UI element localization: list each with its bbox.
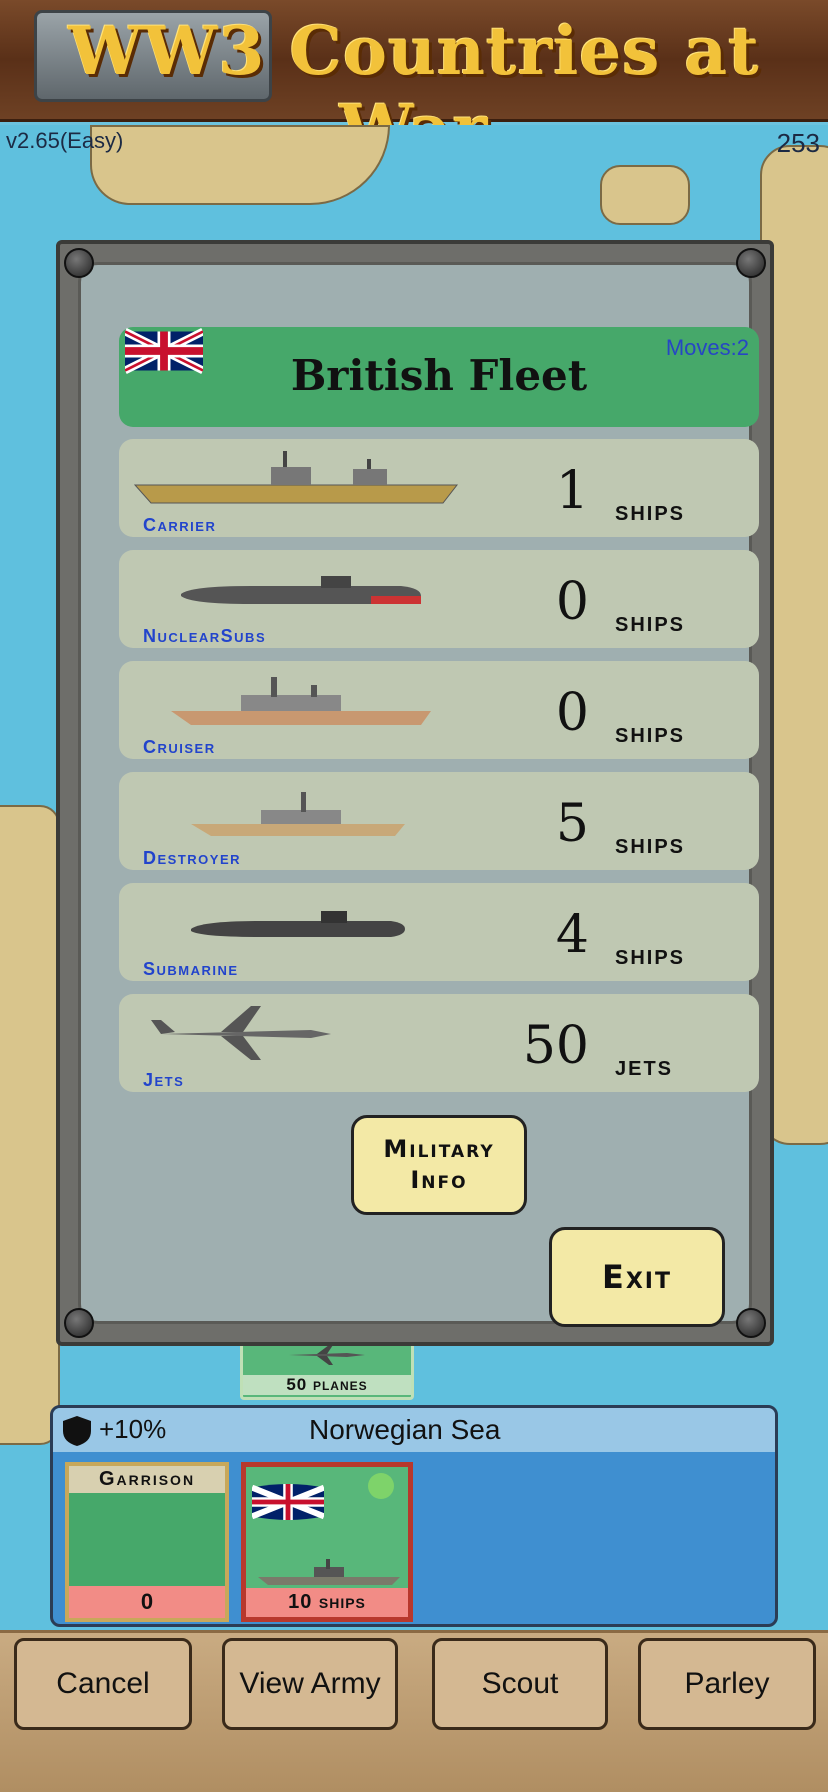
submarine-icon bbox=[191, 911, 405, 937]
unit-row-destroyer[interactable]: Destroyer 5 ships bbox=[119, 772, 759, 870]
unit-row-submarine[interactable]: Submarine 4 ships bbox=[119, 883, 759, 981]
cancel-button[interactable]: Cancel bbox=[14, 1638, 192, 1730]
planes-label: 50 planes bbox=[243, 1375, 411, 1395]
status-dot-icon bbox=[368, 1473, 394, 1499]
turn-counter: 253 bbox=[776, 128, 820, 158]
version-label: v2.65(Easy) bbox=[6, 128, 124, 153]
fleet-dialog: British Fleet Moves:2 Carrier 1 ships Nu… bbox=[56, 240, 774, 1346]
fleet-header: British Fleet Moves:2 bbox=[119, 327, 759, 427]
fleet-dialog-panel: British Fleet Moves:2 Carrier 1 ships Nu… bbox=[78, 262, 759, 1327]
defense-bonus: +10% bbox=[99, 1414, 167, 1444]
unit-count: 0 bbox=[555, 683, 589, 743]
unit-row-jets[interactable]: Jets 50 jets bbox=[119, 994, 759, 1092]
unit-type-label: ships bbox=[615, 939, 686, 970]
unit-type-label: jets bbox=[615, 1050, 674, 1081]
military-info-label-line2: Info bbox=[410, 1166, 468, 1194]
territory-panel: +10% Norwegian Sea Garrison 0 10 ships bbox=[50, 1405, 778, 1627]
unit-count: 0 bbox=[555, 572, 589, 632]
unit-row-carrier[interactable]: Carrier 1 ships bbox=[119, 439, 759, 537]
land-island-ne bbox=[600, 165, 690, 225]
unit-name: Carrier bbox=[143, 515, 217, 535]
unit-type-label: ships bbox=[615, 495, 686, 526]
fleet-card-selected[interactable]: 10 ships bbox=[241, 1462, 413, 1622]
land-north bbox=[90, 125, 390, 205]
unit-type-label: ships bbox=[615, 606, 686, 637]
unit-row-nuclearsubs[interactable]: NuclearSubs 0 ships bbox=[119, 550, 759, 648]
parley-button[interactable]: Parley bbox=[638, 1638, 816, 1730]
unit-name: Destroyer bbox=[143, 848, 242, 868]
title-banner: WW3 Countries at War bbox=[0, 0, 828, 168]
moves-counter: Moves:2 bbox=[665, 335, 749, 360]
land-west bbox=[0, 805, 60, 1445]
uk-flag-icon bbox=[252, 1484, 324, 1520]
territory-header: +10% Norwegian Sea bbox=[53, 1408, 775, 1452]
garrison-card[interactable]: Garrison 0 bbox=[65, 1462, 229, 1622]
unit-count: 5 bbox=[555, 794, 589, 854]
unit-count: 4 bbox=[555, 905, 589, 965]
cruiser-icon bbox=[171, 677, 431, 725]
unit-name: Submarine bbox=[143, 959, 239, 979]
shield-icon bbox=[63, 1416, 91, 1446]
unit-count: 50 bbox=[522, 1016, 589, 1076]
garrison-value: 0 bbox=[69, 1586, 225, 1618]
exit-button[interactable]: Exit bbox=[549, 1227, 725, 1327]
territory-name: Norwegian Sea bbox=[309, 1414, 501, 1445]
bolt-icon bbox=[736, 248, 766, 278]
unit-row-cruiser[interactable]: Cruiser 0 ships bbox=[119, 661, 759, 759]
scout-button[interactable]: Scout bbox=[432, 1638, 608, 1730]
jet-icon bbox=[289, 1345, 365, 1365]
garrison-label: Garrison bbox=[69, 1466, 225, 1493]
nuclear-sub-icon bbox=[181, 576, 421, 604]
jet-icon bbox=[151, 1006, 331, 1060]
military-info-button[interactable]: Military Info bbox=[351, 1115, 527, 1215]
bolt-icon bbox=[736, 1308, 766, 1338]
bolt-icon bbox=[64, 1308, 94, 1338]
unit-name: NuclearSubs bbox=[143, 626, 267, 646]
unit-count: 1 bbox=[555, 461, 589, 521]
fleet-card-value: 10 ships bbox=[246, 1588, 408, 1617]
fleet-title: British Fleet bbox=[290, 351, 588, 400]
unit-type-label: ships bbox=[615, 717, 686, 748]
military-info-label-line1: Military bbox=[383, 1134, 495, 1163]
unit-name: Jets bbox=[143, 1070, 185, 1090]
warship-icon bbox=[258, 1559, 400, 1585]
carrier-icon bbox=[133, 451, 459, 504]
bolt-icon bbox=[64, 248, 94, 278]
destroyer-icon bbox=[191, 792, 405, 836]
unit-type-label: ships bbox=[615, 828, 686, 859]
unit-name: Cruiser bbox=[143, 737, 216, 757]
view-army-button[interactable]: View Army bbox=[222, 1638, 398, 1730]
